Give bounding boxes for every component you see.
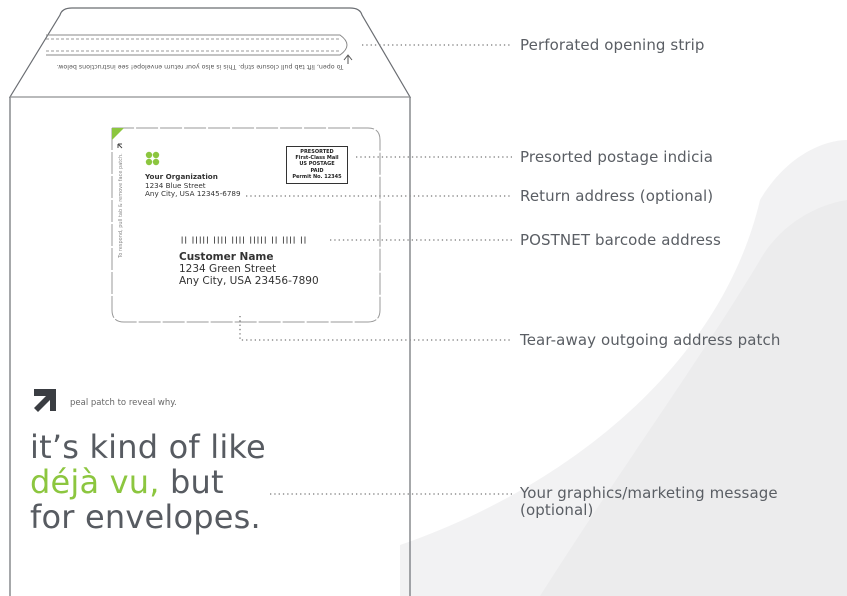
customer-street: 1234 Green Street (179, 263, 277, 275)
peal-patch-text: peal patch to reveal why. (70, 398, 177, 408)
return-address-city: Any City, USA 12345-6789 (145, 189, 241, 198)
postnet-barcode: || ||||| |||| |||| ||||| || |||| || (180, 236, 307, 244)
headline-line-2: déjà vu, but (30, 465, 266, 500)
headline-line-2-rest: but (170, 463, 224, 501)
callout-graphics-line-2: (optional) (520, 501, 594, 519)
indicia-line: Permit No. 12345 (292, 173, 342, 180)
diagonal-arrow-icon (34, 389, 56, 412)
callout-graphics-line-1: Your graphics/marketing message (520, 484, 778, 502)
postage-indicia: PRESORTED First-Class Mail US POSTAGE PA… (286, 146, 348, 184)
callout-perforated-strip: Perforated opening strip (520, 36, 705, 54)
customer-city: Any City, USA 23456-7890 (179, 275, 319, 287)
flap-instruction-text: To open, lift tab pull closure strip. Th… (56, 63, 344, 70)
headline-line-1: it’s kind of like (30, 428, 266, 466)
patch-side-text: To respond, pull tab & remove face patch… (118, 153, 124, 258)
headline-green-text: déjà vu, (30, 463, 160, 501)
customer-name: Customer Name (179, 251, 274, 263)
marketing-headline: it’s kind of like déjà vu, but for envel… (30, 430, 266, 535)
callout-tear-away-patch: Tear-away outgoing address patch (520, 331, 781, 349)
callout-postnet-barcode: POSTNET barcode address (520, 231, 721, 249)
return-address: Your Organization 1234 Blue Street Any C… (145, 172, 241, 199)
customer-address: Customer Name 1234 Green Street Any City… (179, 251, 319, 287)
callout-postage-indicia: Presorted postage indicia (520, 148, 713, 166)
headline-line-3: for envelopes. (30, 498, 261, 536)
envelope-flap (8, 7, 412, 98)
callout-graphics-message: Your graphics/marketing message (optiona… (520, 485, 778, 519)
callout-return-address: Return address (optional) (520, 187, 714, 205)
